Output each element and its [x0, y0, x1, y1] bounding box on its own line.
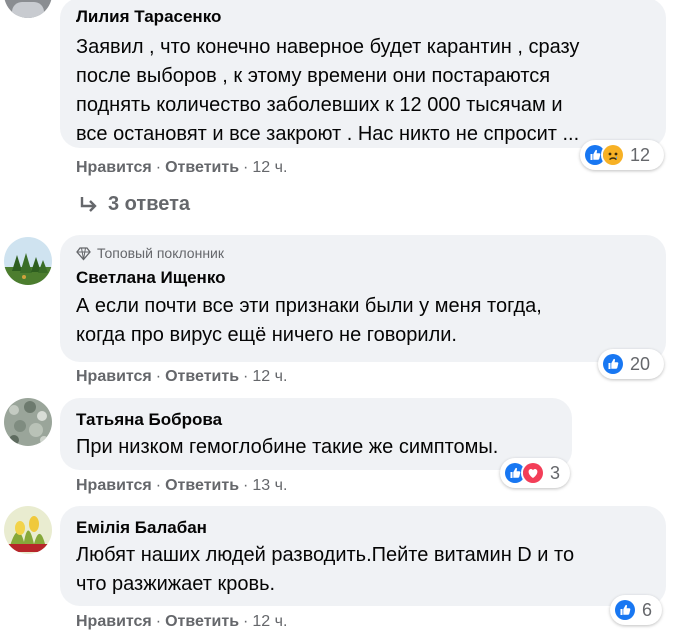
comment-text-line: после выборов , к этому времени они пост… — [76, 65, 551, 87]
reaction-summary[interactable]: 20 — [598, 349, 664, 379]
like-link[interactable]: Нравится — [76, 159, 152, 176]
separator: · — [155, 477, 162, 494]
replies-count: 3 ответа — [108, 193, 191, 215]
comment-bubble: Топовый поклонник Светлана Ищенко А если… — [60, 235, 666, 362]
comment-text-line: что разжижает кровь. — [76, 573, 276, 595]
separator: · — [155, 613, 162, 630]
separator: · — [243, 368, 249, 385]
comment-text: Любят наших людей разводить.Пейте витами… — [76, 541, 650, 599]
reaction-summary[interactable]: 12 — [580, 140, 664, 170]
comment-text: Заявил , что конечно наверное будет кара… — [76, 33, 650, 149]
comment-author[interactable]: Лилия Тарасенко — [76, 6, 650, 28]
comment-text-line: все остановят и все закроют . Нас никто … — [76, 123, 580, 145]
reply-link[interactable]: Ответить — [165, 368, 239, 385]
comment-text-line: когда про вирус ещё ничего не говорили. — [76, 324, 457, 346]
separator: · — [155, 159, 162, 176]
sad-face-icon — [601, 143, 625, 167]
comment-text-line: поднять количество заболевших к 12 000 т… — [76, 94, 563, 116]
comment-text-line: Любят наших людей разводить.Пейте витами… — [76, 544, 575, 566]
comment-bubble: Емілія Балабан Любят наших людей разводи… — [60, 506, 666, 606]
like-link[interactable]: Нравится — [76, 477, 152, 494]
diamond-icon — [76, 246, 91, 260]
comment-timestamp[interactable]: 12 ч. — [252, 613, 287, 630]
comment-text-line: А если почти все эти признаки были у мен… — [76, 295, 542, 317]
reaction-count: 6 — [642, 599, 653, 620]
reaction-count: 20 — [630, 353, 651, 374]
view-replies-button[interactable]: 3 ответа — [78, 193, 190, 216]
badge-label: Топовый поклонник — [97, 245, 224, 261]
comment-text-line: При низком гемоглобине такие же симптомы… — [76, 436, 499, 458]
separator: · — [243, 477, 249, 494]
comment-timestamp[interactable]: 13 ч. — [252, 477, 287, 494]
comment-actions: Нравится · Ответить · 13 ч. — [76, 476, 287, 496]
avatar[interactable] — [4, 0, 52, 18]
comment-timestamp[interactable]: 12 ч. — [252, 159, 287, 176]
comment-text: А если почти все эти признаки были у мен… — [76, 292, 650, 350]
comment-actions: Нравится · Ответить · 12 ч. — [76, 612, 287, 632]
comment-author[interactable]: Светлана Ищенко — [76, 267, 650, 289]
comment-actions: Нравится · Ответить · 12 ч. — [76, 367, 287, 387]
reply-link[interactable]: Ответить — [165, 477, 239, 494]
thumbs-up-icon — [601, 352, 625, 376]
reaction-summary[interactable]: 3 — [500, 458, 570, 488]
comment-text: При низком гемоглобине такие же симптомы… — [76, 433, 556, 462]
reaction-count: 3 — [550, 462, 561, 483]
separator: · — [243, 159, 249, 176]
thumbs-up-icon — [613, 598, 637, 622]
like-link[interactable]: Нравится — [76, 613, 152, 630]
comment-author[interactable]: Емілія Балабан — [76, 517, 650, 539]
like-link[interactable]: Нравится — [76, 368, 152, 385]
comment-bubble: Лилия Тарасенко Заявил , что конечно нав… — [60, 0, 666, 148]
avatar[interactable] — [4, 237, 52, 285]
heart-icon — [521, 461, 545, 485]
comment-text-line: Заявил , что конечно наверное будет кара… — [76, 36, 580, 58]
separator: · — [155, 368, 162, 385]
comment-actions: Нравится · Ответить · 12 ч. — [76, 158, 287, 178]
reply-link[interactable]: Ответить — [165, 613, 239, 630]
separator: · — [243, 613, 249, 630]
avatar[interactable] — [4, 398, 52, 446]
comment-author[interactable]: Татьяна Боброва — [76, 409, 556, 431]
avatar[interactable] — [4, 506, 52, 554]
comment-timestamp[interactable]: 12 ч. — [252, 368, 287, 385]
reaction-summary[interactable]: 6 — [610, 595, 662, 625]
comment-bubble: Татьяна Боброва При низком гемоглобине т… — [60, 398, 572, 470]
reply-arrow-icon — [80, 196, 97, 212]
reaction-count: 12 — [630, 144, 651, 165]
top-fan-badge: Топовый поклонник — [76, 244, 650, 262]
reply-link[interactable]: Ответить — [165, 159, 239, 176]
